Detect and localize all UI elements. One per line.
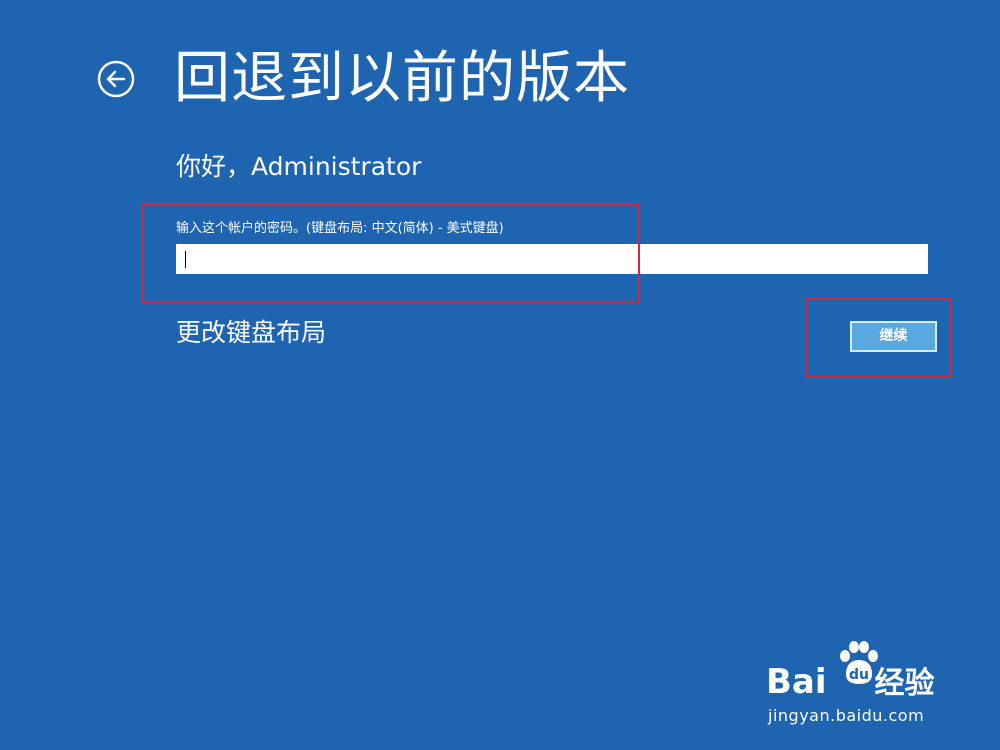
arrow-left-circle-icon [97,60,135,98]
password-input[interactable] [176,244,928,274]
page-title: 回退到以前的版本 [174,46,630,111]
recovery-screen: 回退到以前的版本 你好，Administrator 输入这个帐户的密码。(键盘布… [0,0,1000,750]
baidu-jingyan-cn-text: 经验 [874,666,935,701]
baidu-logo-text: Bai 经验 [766,662,935,704]
text-caret [185,251,186,268]
password-label: 输入这个帐户的密码。(键盘布局: 中文(简体) - 美式键盘) [176,221,504,236]
continue-button[interactable]: 继续 [850,321,937,352]
watermark-url: jingyan.baidu.com [768,706,925,725]
greeting-text: 你好，Administrator [176,152,422,181]
baidu-brand-text: Bai [766,662,827,702]
baidu-jingyan-watermark: du Bai 经验 jingyan.baidu.com [766,640,966,730]
change-keyboard-layout-link[interactable]: 更改键盘布局 [176,316,326,350]
back-button[interactable] [97,60,135,98]
